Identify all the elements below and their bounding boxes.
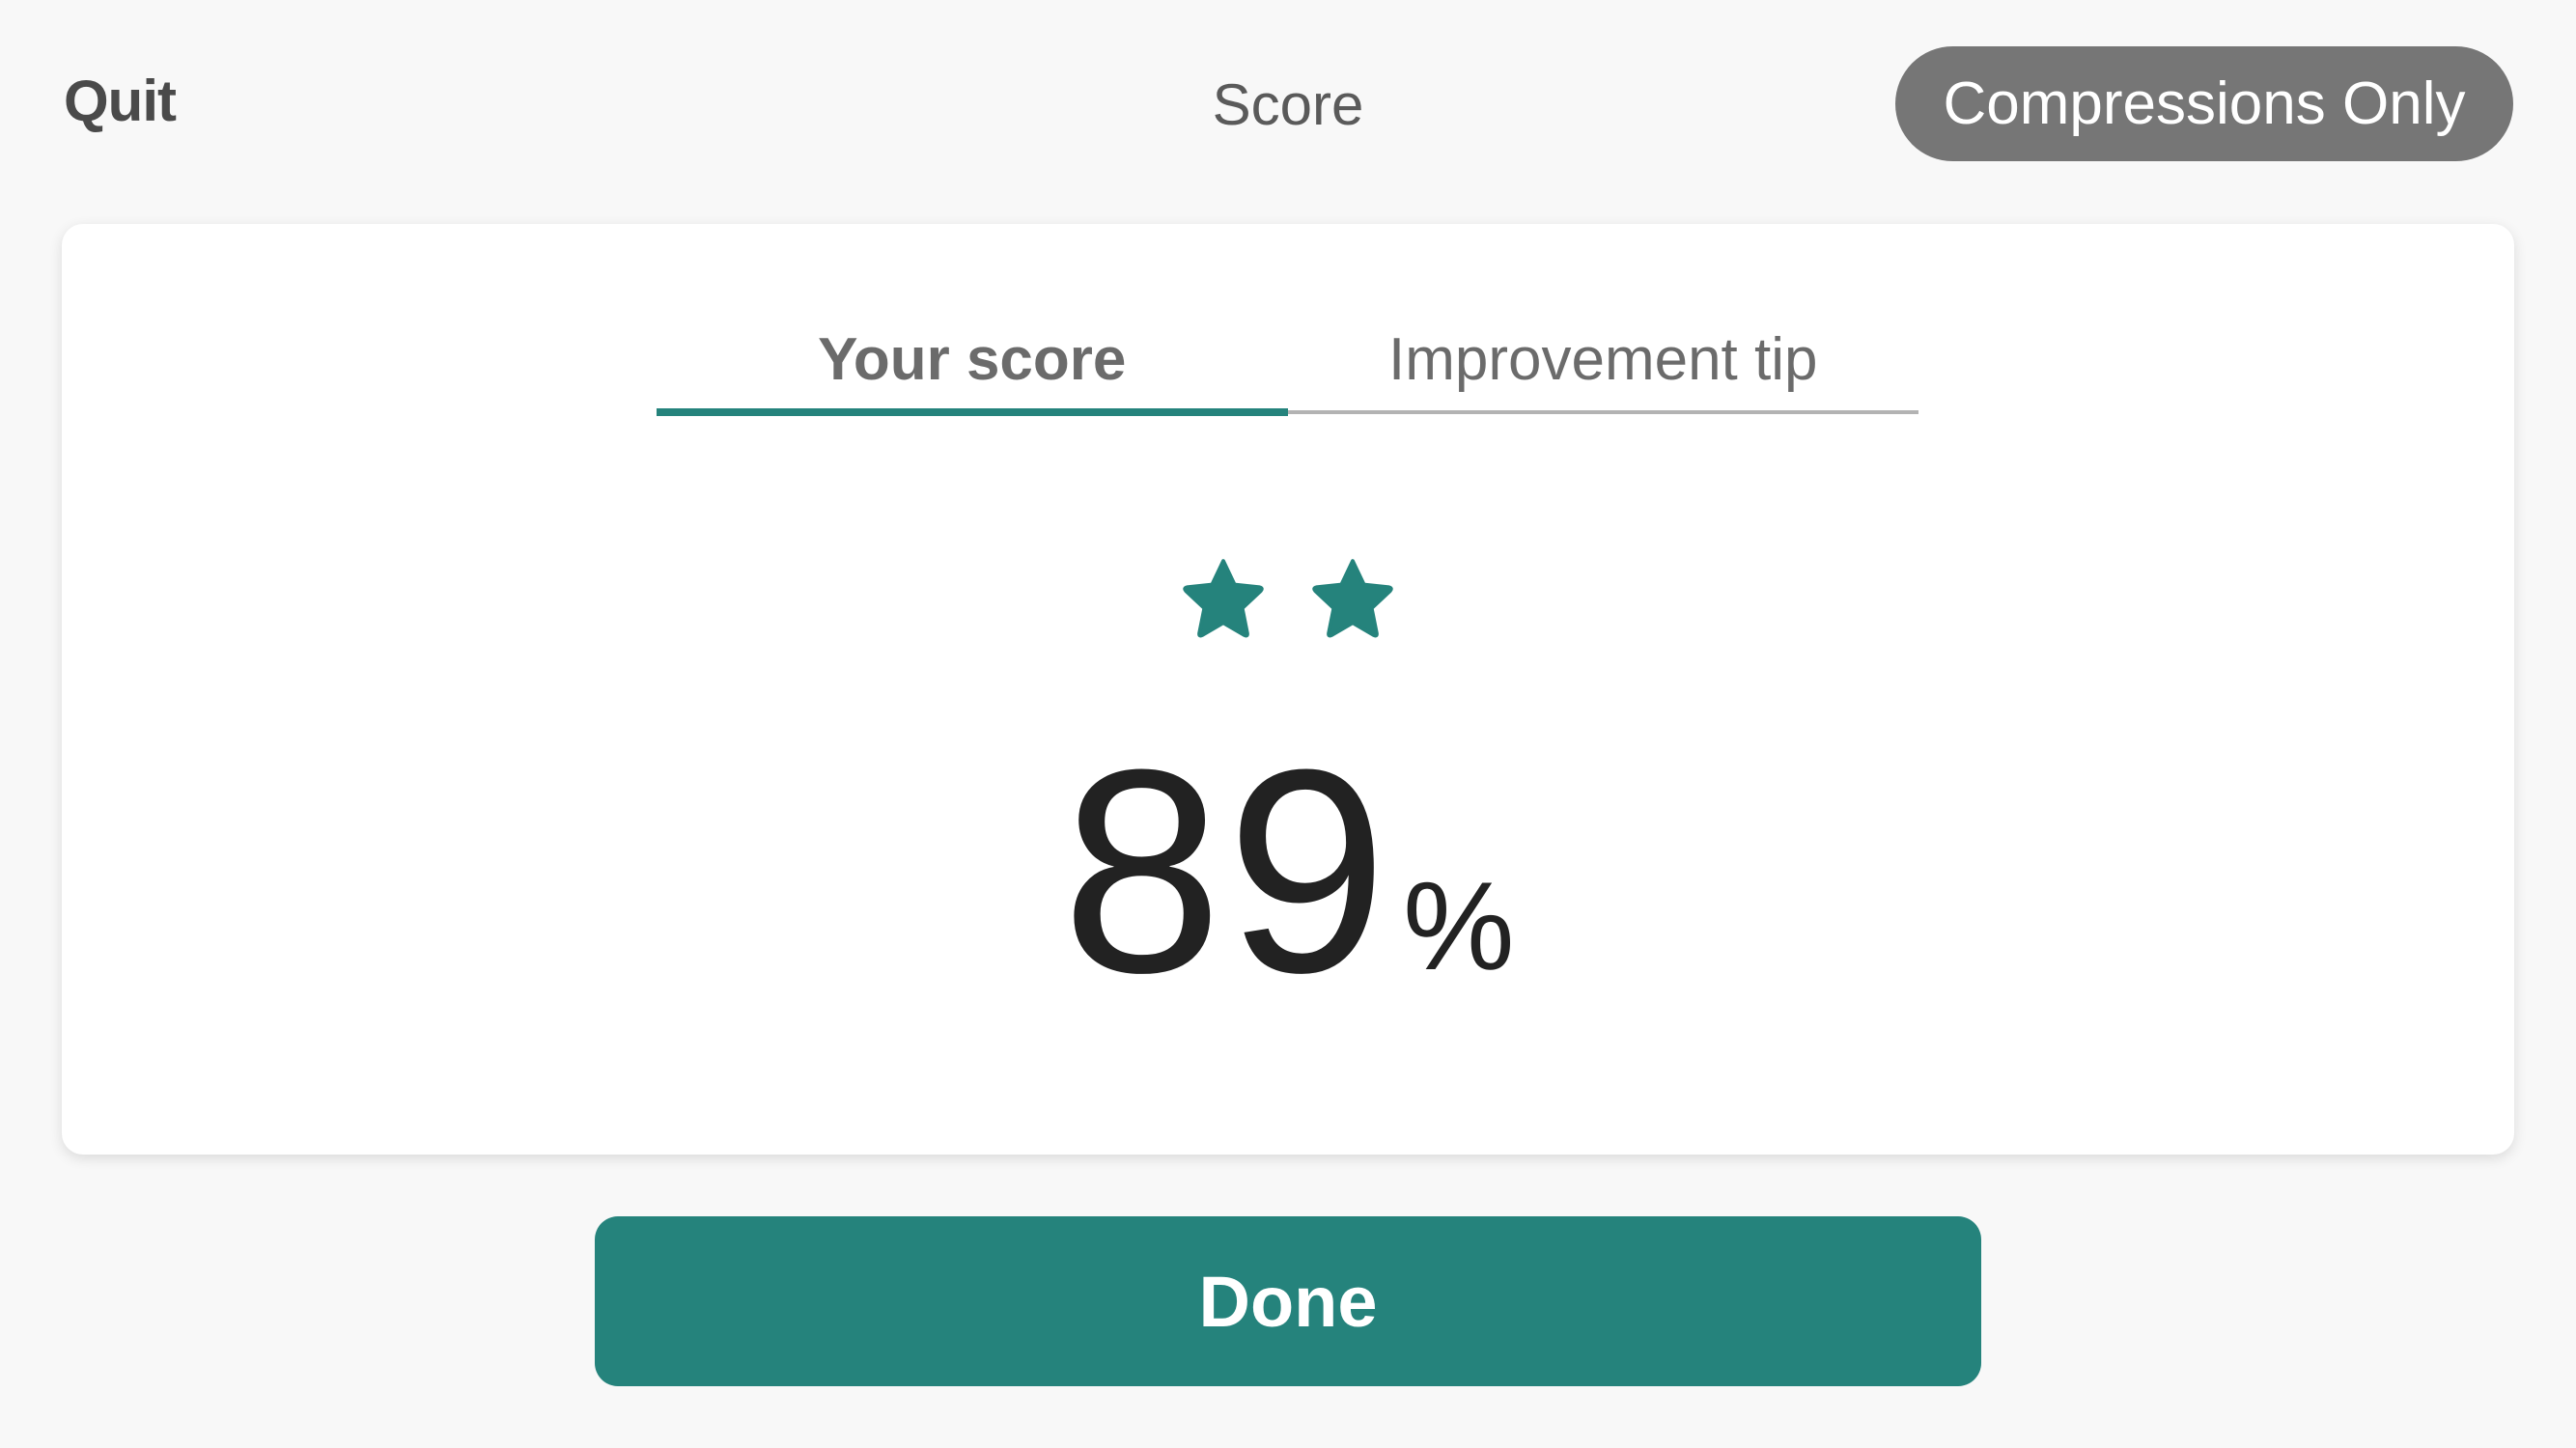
score-unit: % (1403, 855, 1515, 996)
tab-label: Your score (818, 326, 1127, 393)
tab-label: Improvement tip (1387, 326, 1818, 393)
done-button[interactable]: Done (595, 1216, 1981, 1386)
score-number: 89 (1061, 709, 1392, 1033)
tab-indicator-active (657, 408, 1288, 416)
tab-bar: Your score Improvement tip (657, 316, 1918, 416)
score-card: Your score Improvement tip 89 % (62, 224, 2514, 1155)
mode-badge-compressions-only[interactable]: Compressions Only (1895, 46, 2513, 161)
tab-indicator (1287, 410, 1918, 414)
star-icon (1183, 559, 1264, 638)
tab-improvement-tip[interactable]: Improvement tip (1287, 316, 1918, 414)
tab-your-score[interactable]: Your score (657, 316, 1288, 416)
score-value: 89 % (62, 726, 2514, 1016)
star-rating (62, 552, 2514, 645)
star-icon (1312, 559, 1393, 638)
